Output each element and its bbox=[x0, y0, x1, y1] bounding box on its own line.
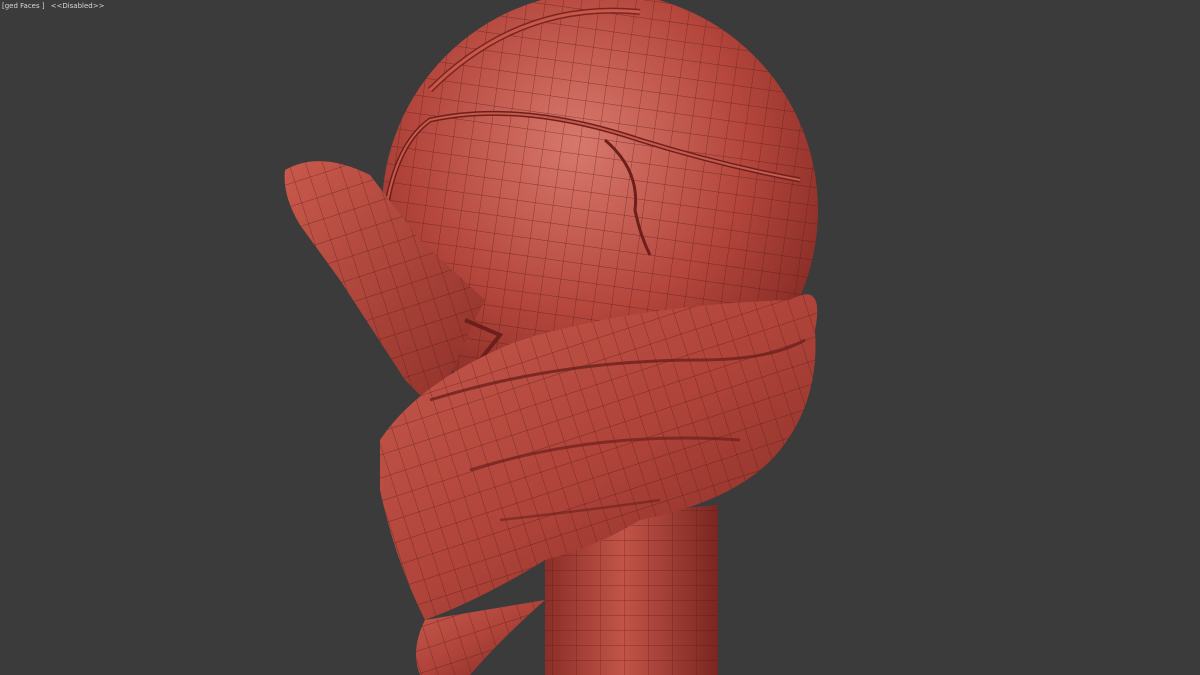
red-helmet-scarf-model[interactable] bbox=[0, 0, 1200, 675]
3d-viewport[interactable]: [ged Faces ] <<Disabled>> bbox=[0, 0, 1200, 675]
